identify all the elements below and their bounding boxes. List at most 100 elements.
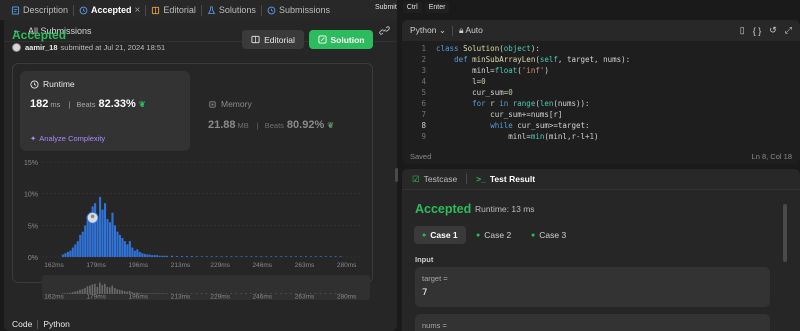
analyze-label: Analyze Complexity xyxy=(39,134,106,143)
mini-bar xyxy=(245,293,247,294)
fullscreen-icon[interactable]: ⤢ xyxy=(785,25,792,36)
x-tick-label: 162ms xyxy=(44,262,64,269)
mini-bar xyxy=(329,293,332,294)
chart-bar xyxy=(290,256,293,257)
editorial-button[interactable]: Editorial xyxy=(242,30,304,49)
description-icon xyxy=(11,5,20,15)
range-selector[interactable]: 162ms 179ms 196ms 213ms 229ms 246ms 263ms 280ms xyxy=(42,275,370,301)
save-status: Saved xyxy=(410,151,432,161)
test-runtime: Runtime: 13 ms xyxy=(475,204,535,214)
leaf-icon: ❦ xyxy=(138,100,146,109)
chart-bar xyxy=(69,250,72,257)
submit-label: Submit xyxy=(375,4,397,11)
code-line[interactable]: 4 l=0 xyxy=(402,77,800,88)
tab-accepted[interactable]: Accepted × xyxy=(74,0,145,20)
code-line[interactable]: 9 minl=min(minl,r-l+1) xyxy=(402,132,800,143)
mini-bar xyxy=(158,293,161,294)
tab-testcase[interactable]: ☑ Testcase xyxy=(410,174,459,185)
case-label: Case 1 xyxy=(430,230,458,240)
tab-solutions[interactable]: Solutions xyxy=(202,0,261,20)
code-line[interactable]: 6 for r in range(len(nums)): xyxy=(402,99,800,110)
solution-button[interactable]: Solution xyxy=(309,30,373,49)
mini-bar xyxy=(81,289,84,294)
tab-description[interactable]: Description xyxy=(6,0,73,20)
submitted-time: submitted at Jul 21, 2024 18:51 xyxy=(60,43,166,52)
test-status: Accepted xyxy=(415,202,472,216)
mini-bar xyxy=(156,293,158,294)
code-line[interactable]: 1 class Solution(object): xyxy=(402,44,800,55)
value-divider: | xyxy=(68,100,71,109)
leaf-icon: ❦ xyxy=(327,121,334,130)
chart-bar xyxy=(235,256,238,257)
test-tab-bar: ☑ Testcase >_ Test Result xyxy=(402,169,800,190)
chart-bar xyxy=(255,256,258,257)
code-line[interactable]: 5 cur_sum=0 xyxy=(402,88,800,99)
code-text: minl=min(minl,r-l+1) xyxy=(436,132,599,141)
memory-number: 21.88 xyxy=(208,119,236,131)
analyze-complexity-link[interactable]: ✦ Analyze Complexity xyxy=(30,134,105,143)
param-value: 7 xyxy=(422,288,428,298)
mini-tick-label: 229ms xyxy=(210,294,230,301)
case-tab-1[interactable]: ● Case 1 xyxy=(414,226,466,244)
runtime-distribution-chart[interactable]: 15% 10% 5% 0% 162ms 179ms 196ms 213ms 229ms 246m… xyxy=(12,155,373,305)
chart-bar xyxy=(146,254,149,257)
chart-bar xyxy=(138,251,141,257)
chart-bar xyxy=(200,256,203,257)
language-label: Python xyxy=(410,25,437,35)
code-line[interactable]: 8 while cur_sum>=target: xyxy=(402,121,800,132)
chart-bar xyxy=(185,256,188,257)
chart-bar xyxy=(334,256,337,257)
ctrl-key: Ctrl xyxy=(402,2,422,13)
history-icon xyxy=(267,6,276,14)
case-tab-3[interactable]: ● Case 3 xyxy=(523,226,574,244)
reset-icon[interactable]: ↺ xyxy=(769,25,777,36)
y-tick-label: 10% xyxy=(24,192,38,199)
chart-bar xyxy=(190,256,193,257)
code-line[interactable]: 3 minl=float('inf') xyxy=(402,66,800,77)
mini-bar xyxy=(151,293,153,294)
chart-bar xyxy=(79,234,82,257)
chart-bar xyxy=(81,231,84,257)
code-line[interactable]: 2 def minSubArrayLen(self, target, nums)… xyxy=(402,55,800,66)
language-selector[interactable]: Python ⌄ xyxy=(410,25,446,36)
scrollbar[interactable] xyxy=(783,204,787,262)
code-area[interactable]: 1 class Solution(object): 2 def minSubArra… xyxy=(402,44,800,156)
case-tab-2[interactable]: ● Case 2 xyxy=(468,226,519,244)
chart-bar xyxy=(148,254,151,257)
code-language-header: Code Python xyxy=(12,319,70,329)
memory-heading[interactable]: Memory xyxy=(208,99,252,109)
x-tick-label: 196ms xyxy=(129,262,149,269)
username[interactable]: aamir_18 xyxy=(25,43,58,52)
chart-bar xyxy=(245,256,248,257)
chart-bar xyxy=(285,256,288,257)
tab-test-result[interactable]: >_ Test Result xyxy=(474,174,537,184)
chart-bar xyxy=(324,256,327,257)
runtime-unit: ms xyxy=(50,100,61,109)
code-editor-panel: Python ⌄ 🔒︎ Auto ▯ { } ↺ ⤢ 1 class Soluti… xyxy=(402,20,800,164)
code-line[interactable]: 7 cur_sum+=nums[r] xyxy=(402,110,800,121)
chart-bar xyxy=(166,255,169,257)
close-icon[interactable]: × xyxy=(135,5,141,16)
auto-mode-toggle[interactable]: 🔒︎ Auto xyxy=(459,25,483,36)
chart-bar xyxy=(84,225,87,257)
submission-status: Accepted xyxy=(12,28,67,42)
mini-bar xyxy=(76,291,79,294)
chart-bar xyxy=(215,256,218,257)
code-text: for r in range(len(nums)): xyxy=(472,99,590,108)
splitter-handle[interactable] xyxy=(395,168,398,182)
mini-bar xyxy=(64,293,66,294)
param-box-nums: nums = xyxy=(415,314,770,331)
mini-tick-label: 280ms xyxy=(337,294,357,301)
bookmark-icon[interactable]: ▯ xyxy=(740,25,745,36)
chart-bar xyxy=(153,255,156,257)
tab-editorial[interactable]: Editorial xyxy=(146,0,201,20)
x-tick-label: 229ms xyxy=(210,262,230,269)
passed-dot-icon: ● xyxy=(422,231,427,239)
code-text: class Solution(object): xyxy=(436,44,540,53)
tab-submissions[interactable]: Submissions xyxy=(262,0,335,20)
code-brackets-icon[interactable]: { } xyxy=(753,26,762,36)
avatar[interactable] xyxy=(12,43,21,52)
chart-bar xyxy=(195,256,198,257)
chart-bar xyxy=(96,219,99,257)
link-icon[interactable] xyxy=(379,25,390,36)
